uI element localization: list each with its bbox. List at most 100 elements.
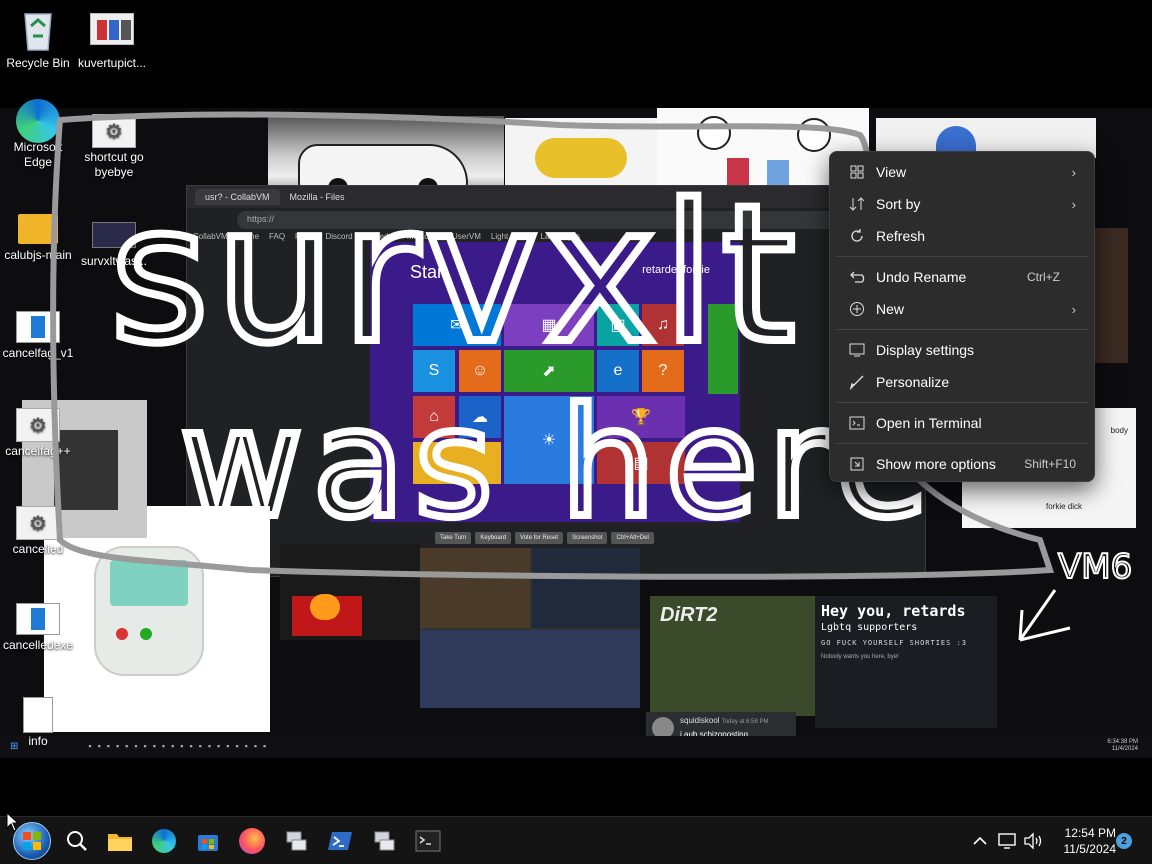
edge-icon[interactable] [148, 825, 180, 857]
notification-badge[interactable]: 2 [1116, 833, 1132, 849]
explosion-image [280, 544, 420, 640]
ctrl-alt-del-button: Ctrl+Alt+Del [611, 532, 654, 544]
shortcut-more-options: Shift+F10 [1024, 457, 1076, 471]
take-turn-button: Take Turn [435, 532, 472, 544]
people-tile: ☺ [459, 350, 501, 392]
menu-item-sort-by[interactable]: Sort by › [834, 188, 1090, 220]
terminal-icon[interactable] [412, 825, 444, 857]
folder-icon [15, 212, 61, 246]
chevron-right-icon: › [1071, 164, 1076, 180]
vote-reset-button: Vote for Reset [515, 532, 564, 544]
sport-tile: 🏆 [597, 396, 685, 438]
menu-item-view[interactable]: View › [834, 156, 1090, 188]
desktop-icon-cancelledexe[interactable]: cancelledexe [0, 602, 78, 652]
browser-tab: Mozilla - Files [289, 192, 345, 202]
brush-icon [846, 374, 868, 390]
desktop-icon-cancelfag-plus[interactable]: ⚙ cancelfag++ [0, 408, 78, 458]
edge-icon [15, 99, 61, 143]
keyboard-button: Keyboard [475, 532, 512, 544]
ie-tile: e [597, 350, 639, 392]
more-options-icon [846, 456, 868, 472]
undo-icon [846, 270, 868, 284]
mouse-cursor-icon [6, 812, 20, 832]
search-icon[interactable] [61, 825, 93, 857]
screenshot-button: Screenshot [567, 532, 608, 544]
menu-separator [836, 402, 1088, 403]
new-plus-icon [846, 301, 868, 317]
inner-taskbar: ⊞ ▪▪▪▪▪▪▪▪▪▪▪▪▪▪▪▪▪▪▪▪ 6:34:38 PM 11/4/2… [0, 736, 1152, 756]
menu-item-personalize[interactable]: Personalize [834, 366, 1090, 398]
document-icon [15, 310, 61, 344]
powershell-icon[interactable] [324, 825, 356, 857]
desktop-icon-calubjs-main[interactable]: calubjs-main [0, 212, 78, 262]
sort-icon [846, 197, 868, 211]
vm-box-icon[interactable] [368, 825, 400, 857]
menu-separator [836, 443, 1088, 444]
photos-tile: ▣ [597, 304, 639, 346]
browser-tab: usr? - CollabVM [195, 189, 280, 205]
desktop-icon-shortcut-go-byebye[interactable]: ⚙ shortcut go byebye [74, 114, 154, 180]
menu-item-new[interactable]: New › [834, 293, 1090, 325]
menu-separator [836, 256, 1088, 257]
menu-item-undo-rename[interactable]: Undo Rename Ctrl+Z [834, 261, 1090, 293]
collabvm-browser-window: usr? - CollabVM Mozilla - Files https://… [186, 185, 926, 577]
display-icon [846, 343, 868, 357]
vm-start-screen: Start retardedforkie ✉ ▦ ▣ ♫ S ☺ ⬈ e ? ⌂… [370, 242, 740, 522]
desktop-icon-recycle-bin[interactable]: Recycle Bin [0, 6, 78, 70]
weather-tile: ☀ [504, 396, 594, 484]
clock-date: 11/5/2024 [1063, 842, 1117, 856]
store-icon[interactable] [192, 825, 224, 857]
store-tile: ⌂ [413, 396, 455, 438]
forkie-caption: forkie dick [1046, 502, 1083, 511]
view-grid-icon [846, 165, 868, 179]
dirt2-image: DiRT2 [650, 596, 815, 716]
green-tile [708, 304, 738, 394]
firefox-icon[interactable] [236, 825, 268, 857]
address-bar: https:// [237, 211, 885, 229]
volume-icon[interactable] [1018, 825, 1050, 857]
dark-photo-image [1092, 228, 1128, 363]
finance-tile: ⬈ [504, 350, 594, 392]
desktop-icon-info[interactable]: info [0, 697, 78, 748]
mail-tile: ✉ [413, 304, 501, 346]
menu-item-refresh[interactable]: Refresh [834, 220, 1090, 252]
taskbar: 12:54 PM 11/5/2024 2 [0, 816, 1152, 864]
news-tile: ▤ [597, 442, 685, 484]
menu-separator [836, 329, 1088, 330]
settings-shortcut-icon: ⚙ [91, 114, 137, 148]
desktop-icon-cancelled[interactable]: ⚙ cancelled [0, 506, 78, 556]
terminal-icon [846, 416, 868, 430]
text-file-icon [15, 697, 61, 733]
chevron-right-icon: › [1071, 196, 1076, 212]
games-collage-image [420, 548, 640, 708]
file-explorer-icon[interactable] [104, 825, 136, 857]
help-tile: ? [642, 350, 684, 392]
onedrive-tile: ☁ [459, 396, 501, 438]
image-file-icon [91, 218, 137, 252]
vm-start-label: Start [410, 262, 449, 282]
recycle-bin-icon [14, 6, 62, 52]
calendar-tile: ▦ [504, 304, 594, 346]
yellow-blob-image [505, 118, 657, 190]
skype-tile: S [413, 350, 455, 392]
desktop-context-menu: View › Sort by › Refresh Undo Rename Ctr… [829, 151, 1095, 482]
menu-item-display-settings[interactable]: Display settings [834, 334, 1090, 366]
vm-controls: Take Turn Keyboard Vote for Reset Screen… [435, 532, 654, 544]
games-tile [413, 442, 501, 484]
menu-item-show-more-options[interactable]: Show more options Shift+F10 [834, 448, 1090, 480]
music-tile: ♫ [642, 304, 684, 346]
settings-shortcut-icon: ⚙ [15, 506, 61, 540]
body-caption: body [1110, 426, 1128, 435]
desktop-icon-cancelfag-v1[interactable]: cancelfag_v1 [0, 310, 78, 360]
vm-box-icon[interactable] [280, 825, 312, 857]
clock-time: 12:54 PM [1064, 826, 1116, 840]
taskbar-clock[interactable]: 12:54 PM 11/5/2024 [1052, 825, 1117, 857]
desktop-icon-survxltwas[interactable]: survxltwas... [74, 218, 154, 268]
poster-text: Hey you, retards Lgbtq supporters GO FUC… [815, 596, 997, 728]
chevron-right-icon: › [1071, 301, 1076, 317]
image-file-icon [88, 6, 136, 52]
desktop-icon-kuvertupict[interactable]: kuvertupict... [72, 6, 152, 70]
desktop-icon-edge[interactable]: Microsoft Edge [0, 99, 78, 170]
menu-item-open-terminal[interactable]: Open in Terminal [834, 407, 1090, 439]
shortcut-undo: Ctrl+Z [1027, 270, 1060, 284]
